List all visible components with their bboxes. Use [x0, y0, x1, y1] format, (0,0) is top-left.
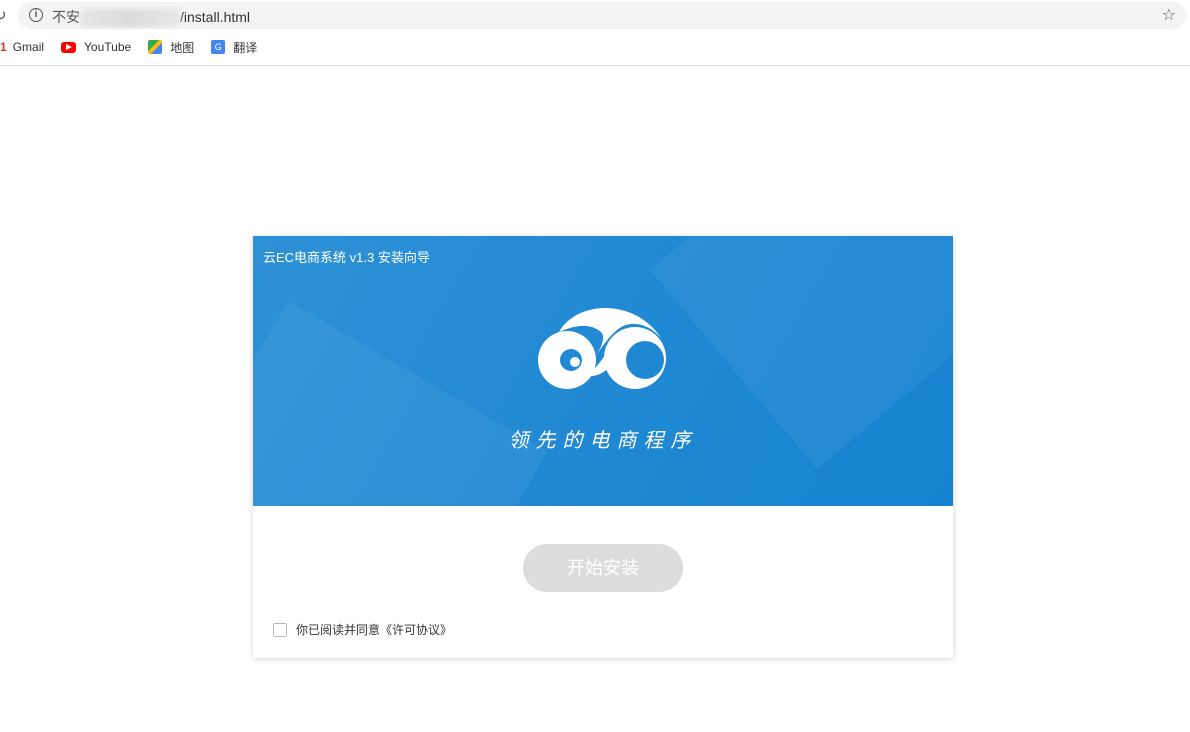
brand-logo-icon: [538, 307, 666, 389]
bookmark-translate[interactable]: G 翻译: [211, 38, 257, 56]
bookmark-star-icon[interactable]: ☆: [1162, 5, 1176, 25]
info-icon[interactable]: i: [29, 8, 43, 22]
bookmark-maps[interactable]: 地图: [148, 38, 194, 56]
youtube-icon: [61, 41, 77, 53]
bookmarks-bar: 1 Gmail YouTube 地图 G 翻译: [0, 38, 274, 56]
gmail-icon: 1: [0, 40, 7, 54]
license-agreement[interactable]: 你已阅读并同意《许可协议》: [273, 621, 452, 638]
reload-icon[interactable]: ↻: [0, 6, 7, 24]
installer-banner: 云EC电商系统 v1.3 安装向导 领先的电商程序: [253, 236, 953, 506]
slogan: 领先的电商程序: [508, 428, 698, 452]
browser-chrome: ↻ i 不安/install.html ☆ 1 Gmail YouTube 地图 …: [0, 0, 1190, 66]
installer-title: 云EC电商系统 v1.3 安装向导: [263, 250, 430, 265]
agree-checkbox[interactable]: [273, 622, 287, 637]
agree-label[interactable]: 你已阅读并同意《许可协议》: [296, 621, 452, 638]
installer-card: 云EC电商系统 v1.3 安装向导 领先的电商程序 开始安装 你已阅读并同意《许…: [253, 236, 953, 658]
url-text[interactable]: 不安/install.html: [52, 7, 250, 28]
redacted-host: [80, 9, 180, 28]
address-bar[interactable]: i 不安/install.html ☆: [18, 2, 1186, 29]
bookmark-gmail[interactable]: 1 Gmail: [0, 38, 44, 56]
start-install-button[interactable]: 开始安装: [523, 544, 683, 592]
bookmark-youtube[interactable]: YouTube: [61, 38, 131, 56]
maps-icon: [148, 40, 163, 54]
translate-icon: G: [211, 40, 226, 54]
